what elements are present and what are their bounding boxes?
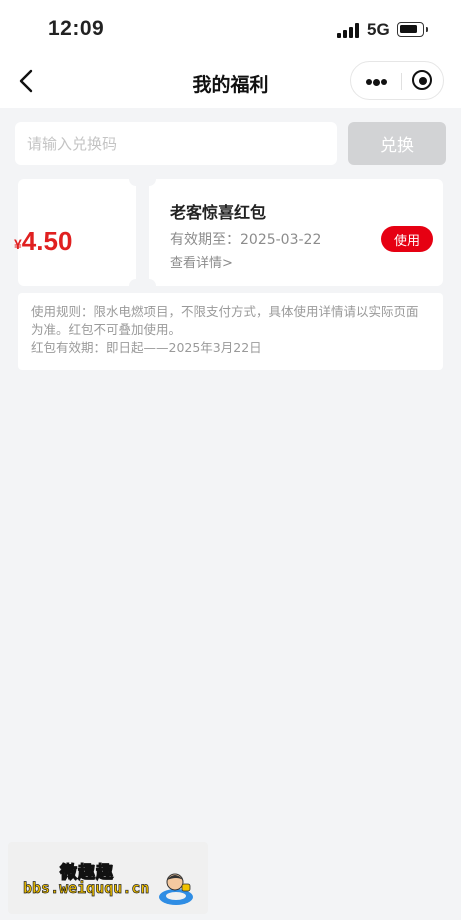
status-time: 12:09 (48, 17, 105, 40)
amount-value: 4.50 (21, 226, 73, 256)
coupon-amount: ¥4.50 (14, 226, 72, 257)
network-type: 5G (367, 20, 390, 39)
rules-text: 使用规则：限水电燃项目，不限支付方式，具体使用详情请以实际页面为准。红包不可叠加… (31, 304, 419, 337)
close-target-icon[interactable] (402, 62, 444, 99)
coupon-notch-bottom-left (129, 279, 143, 293)
coupon-title: 老客惊喜红包 (170, 203, 267, 222)
more-dots-icon[interactable] (351, 62, 401, 99)
coupon-detail-link[interactable]: 查看详情> (170, 252, 233, 271)
redeem-code-input[interactable] (15, 122, 337, 165)
coupon-notch-bottom-right (142, 279, 156, 293)
redeem-button[interactable]: 兑换 (348, 122, 446, 165)
coupon-validity: 有效期至：2025-03-22 (170, 232, 322, 248)
currency-symbol: ¥ (14, 236, 22, 252)
mini-program-capsule (350, 61, 444, 100)
top-bar: 12:09 5G 我的福利 (0, 0, 461, 108)
signal-icon (337, 23, 361, 38)
watermark-mascot-icon (156, 868, 196, 908)
usage-rules: 使用规则：限水电燃项目，不限支付方式，具体使用详情请以实际页面为准。红包不可叠加… (18, 293, 443, 370)
rules-validity: 红包有效期：即日起——2025年3月22日 (31, 340, 262, 355)
coupon-notch-top-right (142, 172, 156, 186)
use-coupon-button[interactable]: 使用 (381, 226, 433, 252)
battery-icon (397, 22, 428, 37)
watermark-url: bbs.weiququ.cn (23, 879, 150, 898)
coupon-notch-top-left (129, 172, 143, 186)
